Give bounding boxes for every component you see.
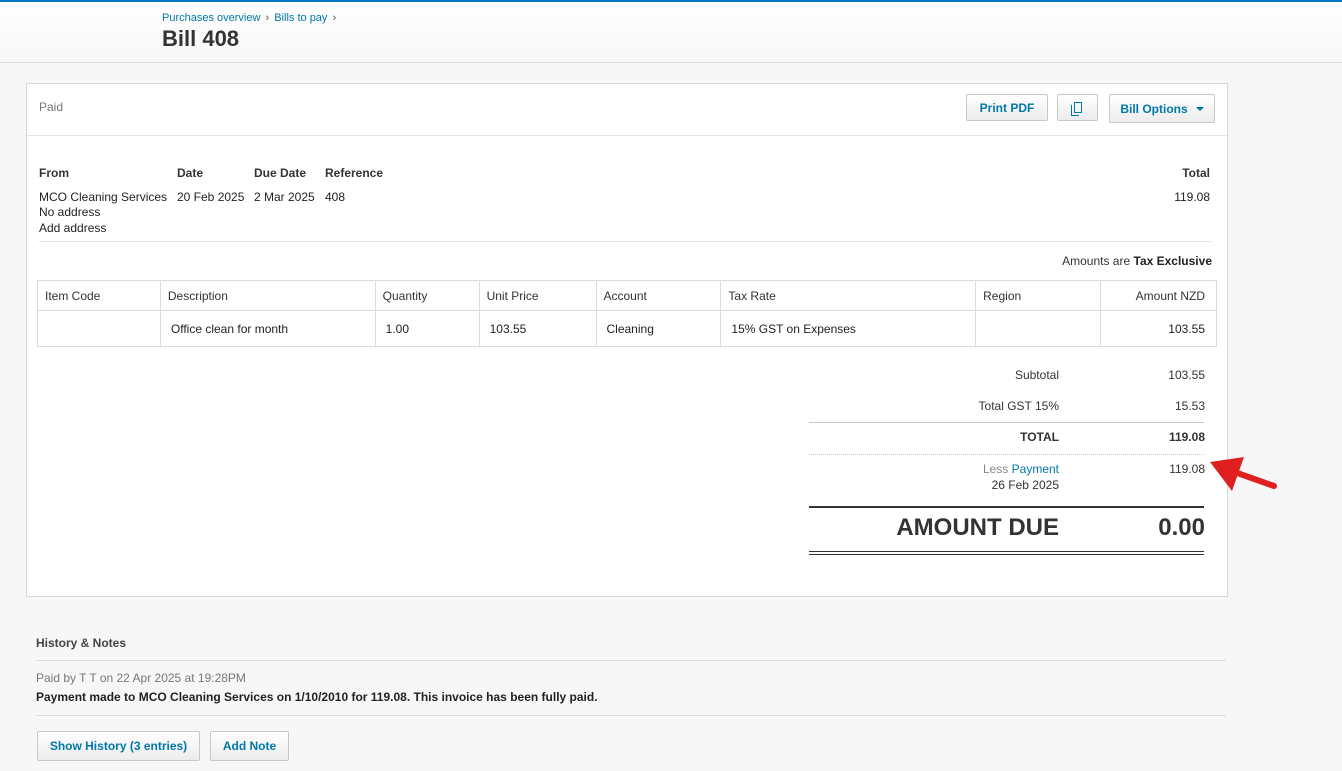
table-row[interactable]: Office clean for month 1.00 103.55 Clean… — [37, 310, 1217, 347]
total-label: Total — [1182, 166, 1210, 180]
gst-label: Total GST 15% — [978, 399, 1059, 413]
from-label: From — [39, 166, 69, 180]
copy-button[interactable] — [1057, 94, 1098, 121]
date-value: 20 Feb 2025 — [177, 190, 245, 204]
gst-value: 15.53 — [1174, 399, 1205, 413]
bill-options-label: Bill Options — [1120, 101, 1188, 116]
tax-mode-value: Tax Exclusive — [1133, 254, 1213, 268]
column-header: Region — [975, 280, 1102, 311]
total-value: 119.08 — [1174, 190, 1210, 204]
tax-rate-cell: 15% GST on Expenses — [720, 310, 977, 347]
copy-icon — [1070, 102, 1082, 116]
reference-value: 408 — [325, 190, 346, 204]
column-header: Account — [595, 280, 722, 311]
less-payment-row: Less Payment — [983, 462, 1059, 476]
payment-link[interactable]: Payment — [1012, 462, 1059, 476]
history-entry-meta: Paid by T T on 22 Apr 2025 at 19:28PM — [36, 671, 246, 685]
due-date-label: Due Date — [254, 166, 307, 180]
bill-options-button[interactable]: Bill Options — [1109, 94, 1215, 123]
column-header: Tax Rate — [720, 280, 977, 311]
description-cell: Office clean for month — [159, 310, 376, 347]
breadcrumb-bills-to-pay[interactable]: Bills to pay — [274, 12, 327, 24]
bill-toolbar: Paid Print PDF Bill Options — [27, 84, 1227, 136]
amount-due-top-rule — [809, 506, 1204, 508]
account-cell: Cleaning — [595, 310, 722, 347]
annotation-arrow-icon — [1210, 457, 1277, 491]
amount-due-label: AMOUNT DUE — [896, 514, 1059, 541]
breadcrumb-separator: › — [332, 12, 337, 24]
totals-divider — [809, 454, 1204, 455]
page-header: Purchases overview › Bills to pay › Bill… — [0, 2, 1342, 63]
amount-due-bottom-rule — [809, 554, 1204, 555]
due-date-value: 2 Mar 2025 — [254, 190, 315, 204]
amount-due-bottom-rule — [809, 551, 1204, 552]
add-address-link[interactable]: Add address — [39, 221, 106, 235]
breadcrumb: Purchases overview › Bills to pay › — [162, 12, 338, 24]
add-note-button[interactable]: Add Note — [210, 731, 289, 761]
history-entry-text: Payment made to MCO Cleaning Services on… — [36, 690, 598, 704]
divider — [36, 715, 1226, 716]
tax-mode-prefix: Amounts are — [1062, 254, 1131, 268]
divider — [39, 241, 1211, 242]
supplier-link[interactable]: MCO Cleaning Services — [39, 190, 167, 204]
bill-card: Paid Print PDF Bill Options From Date Du… — [26, 83, 1228, 597]
amount-cell: 103.55 — [1100, 310, 1217, 347]
print-pdf-button[interactable]: Print PDF — [966, 94, 1048, 121]
grand-total-value: 119.08 — [1168, 430, 1205, 444]
status-label: Paid — [39, 100, 64, 114]
history-heading: History & Notes — [36, 636, 127, 650]
payment-amount-link[interactable]: 119.08 — [1169, 462, 1205, 476]
no-address-text: No address — [39, 205, 101, 219]
region-cell — [975, 310, 1102, 347]
page-title: Bill 408 — [162, 26, 240, 51]
quantity-cell: 1.00 — [374, 310, 480, 347]
less-label: Less — [982, 462, 1009, 476]
breadcrumb-purchases-overview[interactable]: Purchases overview — [162, 12, 260, 24]
line-items-table: Item Code Description Quantity Unit Pric… — [37, 280, 1217, 347]
subtotal-label: Subtotal — [1014, 368, 1059, 382]
payment-date: 26 Feb 2025 — [991, 478, 1059, 492]
tax-mode-text: Amounts are Tax Exclusive — [1062, 254, 1212, 268]
column-header: Description — [159, 280, 376, 311]
amount-due-value: 0.00 — [1158, 514, 1205, 541]
table-header-row: Item Code Description Quantity Unit Pric… — [37, 280, 1217, 311]
chevron-down-icon — [1195, 106, 1204, 111]
reference-label: Reference — [325, 166, 384, 180]
breadcrumb-separator: › — [265, 12, 270, 24]
date-label: Date — [177, 166, 204, 180]
divider — [36, 660, 1226, 661]
column-header: Amount NZD — [1100, 280, 1217, 311]
show-history-button[interactable]: Show History (3 entries) — [37, 731, 200, 761]
grand-total-label: TOTAL — [1020, 430, 1059, 444]
unit-price-cell: 103.55 — [478, 310, 597, 347]
subtotal-value: 103.55 — [1168, 368, 1205, 382]
column-header: Item Code — [37, 280, 161, 311]
column-header: Quantity — [374, 280, 480, 311]
column-header: Unit Price — [478, 280, 597, 311]
item-code-cell — [37, 310, 161, 347]
totals-divider — [809, 422, 1204, 423]
